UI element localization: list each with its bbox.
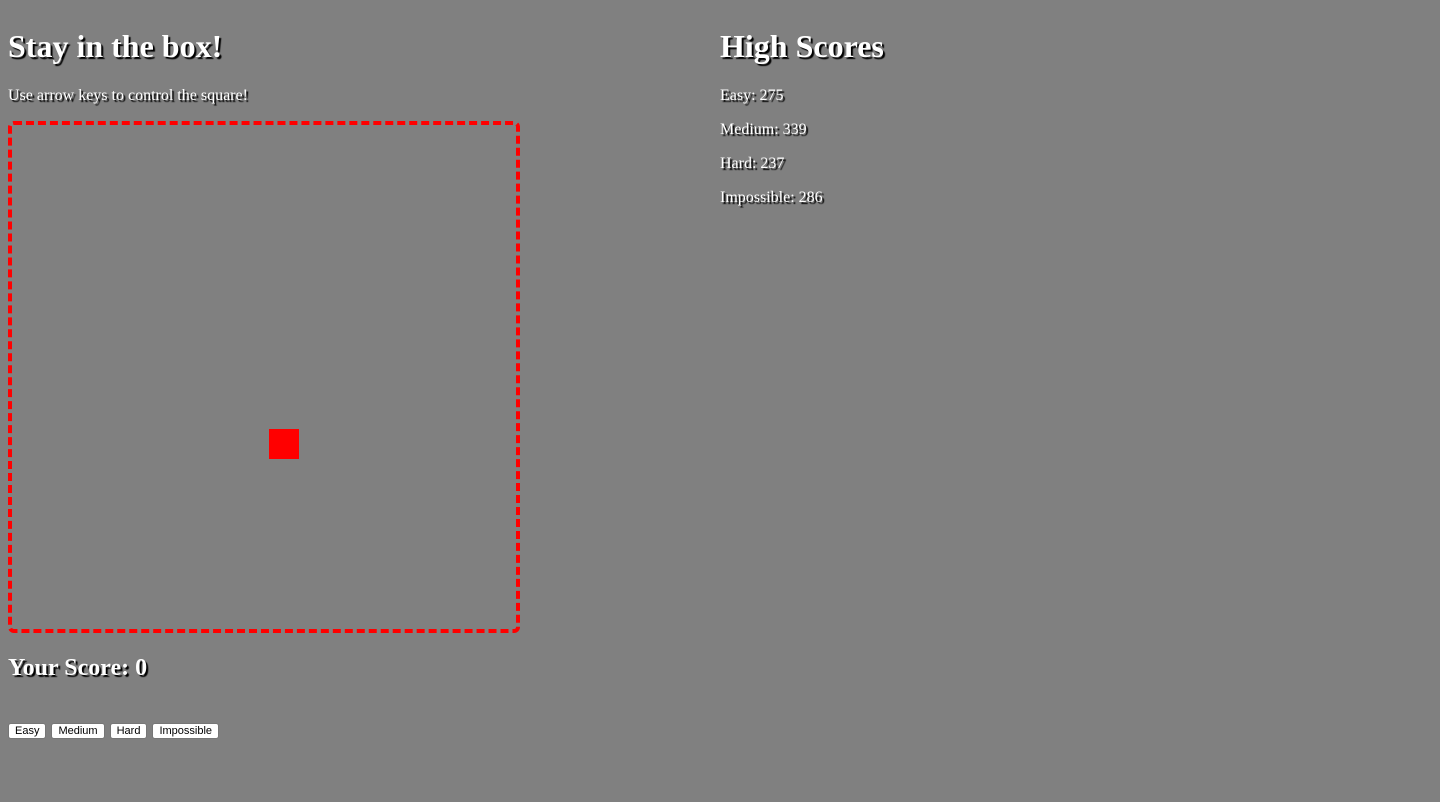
high-score-impossible: Impossible: 286 xyxy=(720,189,823,206)
high-score-hard: Hard: 237 xyxy=(720,155,785,172)
high-scores-title: High Scores xyxy=(720,28,884,64)
player-square[interactable] xyxy=(269,429,299,459)
game-instructions: Use arrow keys to control the square! xyxy=(8,87,248,104)
game-title: Stay in the box! xyxy=(8,28,223,64)
score-display: Your Score: 0 xyxy=(8,655,148,681)
medium-button[interactable]: Medium xyxy=(51,723,105,739)
difficulty-buttons: Easy Medium Hard Impossible xyxy=(8,723,220,739)
impossible-button[interactable]: Impossible xyxy=(152,723,220,739)
high-score-easy: Easy: 275 xyxy=(720,87,784,104)
high-scores-list: Easy: 275 Medium: 339 Hard: 237 Impossib… xyxy=(720,86,823,222)
hard-button[interactable]: Hard xyxy=(109,723,148,739)
easy-button[interactable]: Easy xyxy=(8,723,47,739)
game-box[interactable] xyxy=(8,121,520,633)
high-score-medium: Medium: 339 xyxy=(720,121,807,138)
